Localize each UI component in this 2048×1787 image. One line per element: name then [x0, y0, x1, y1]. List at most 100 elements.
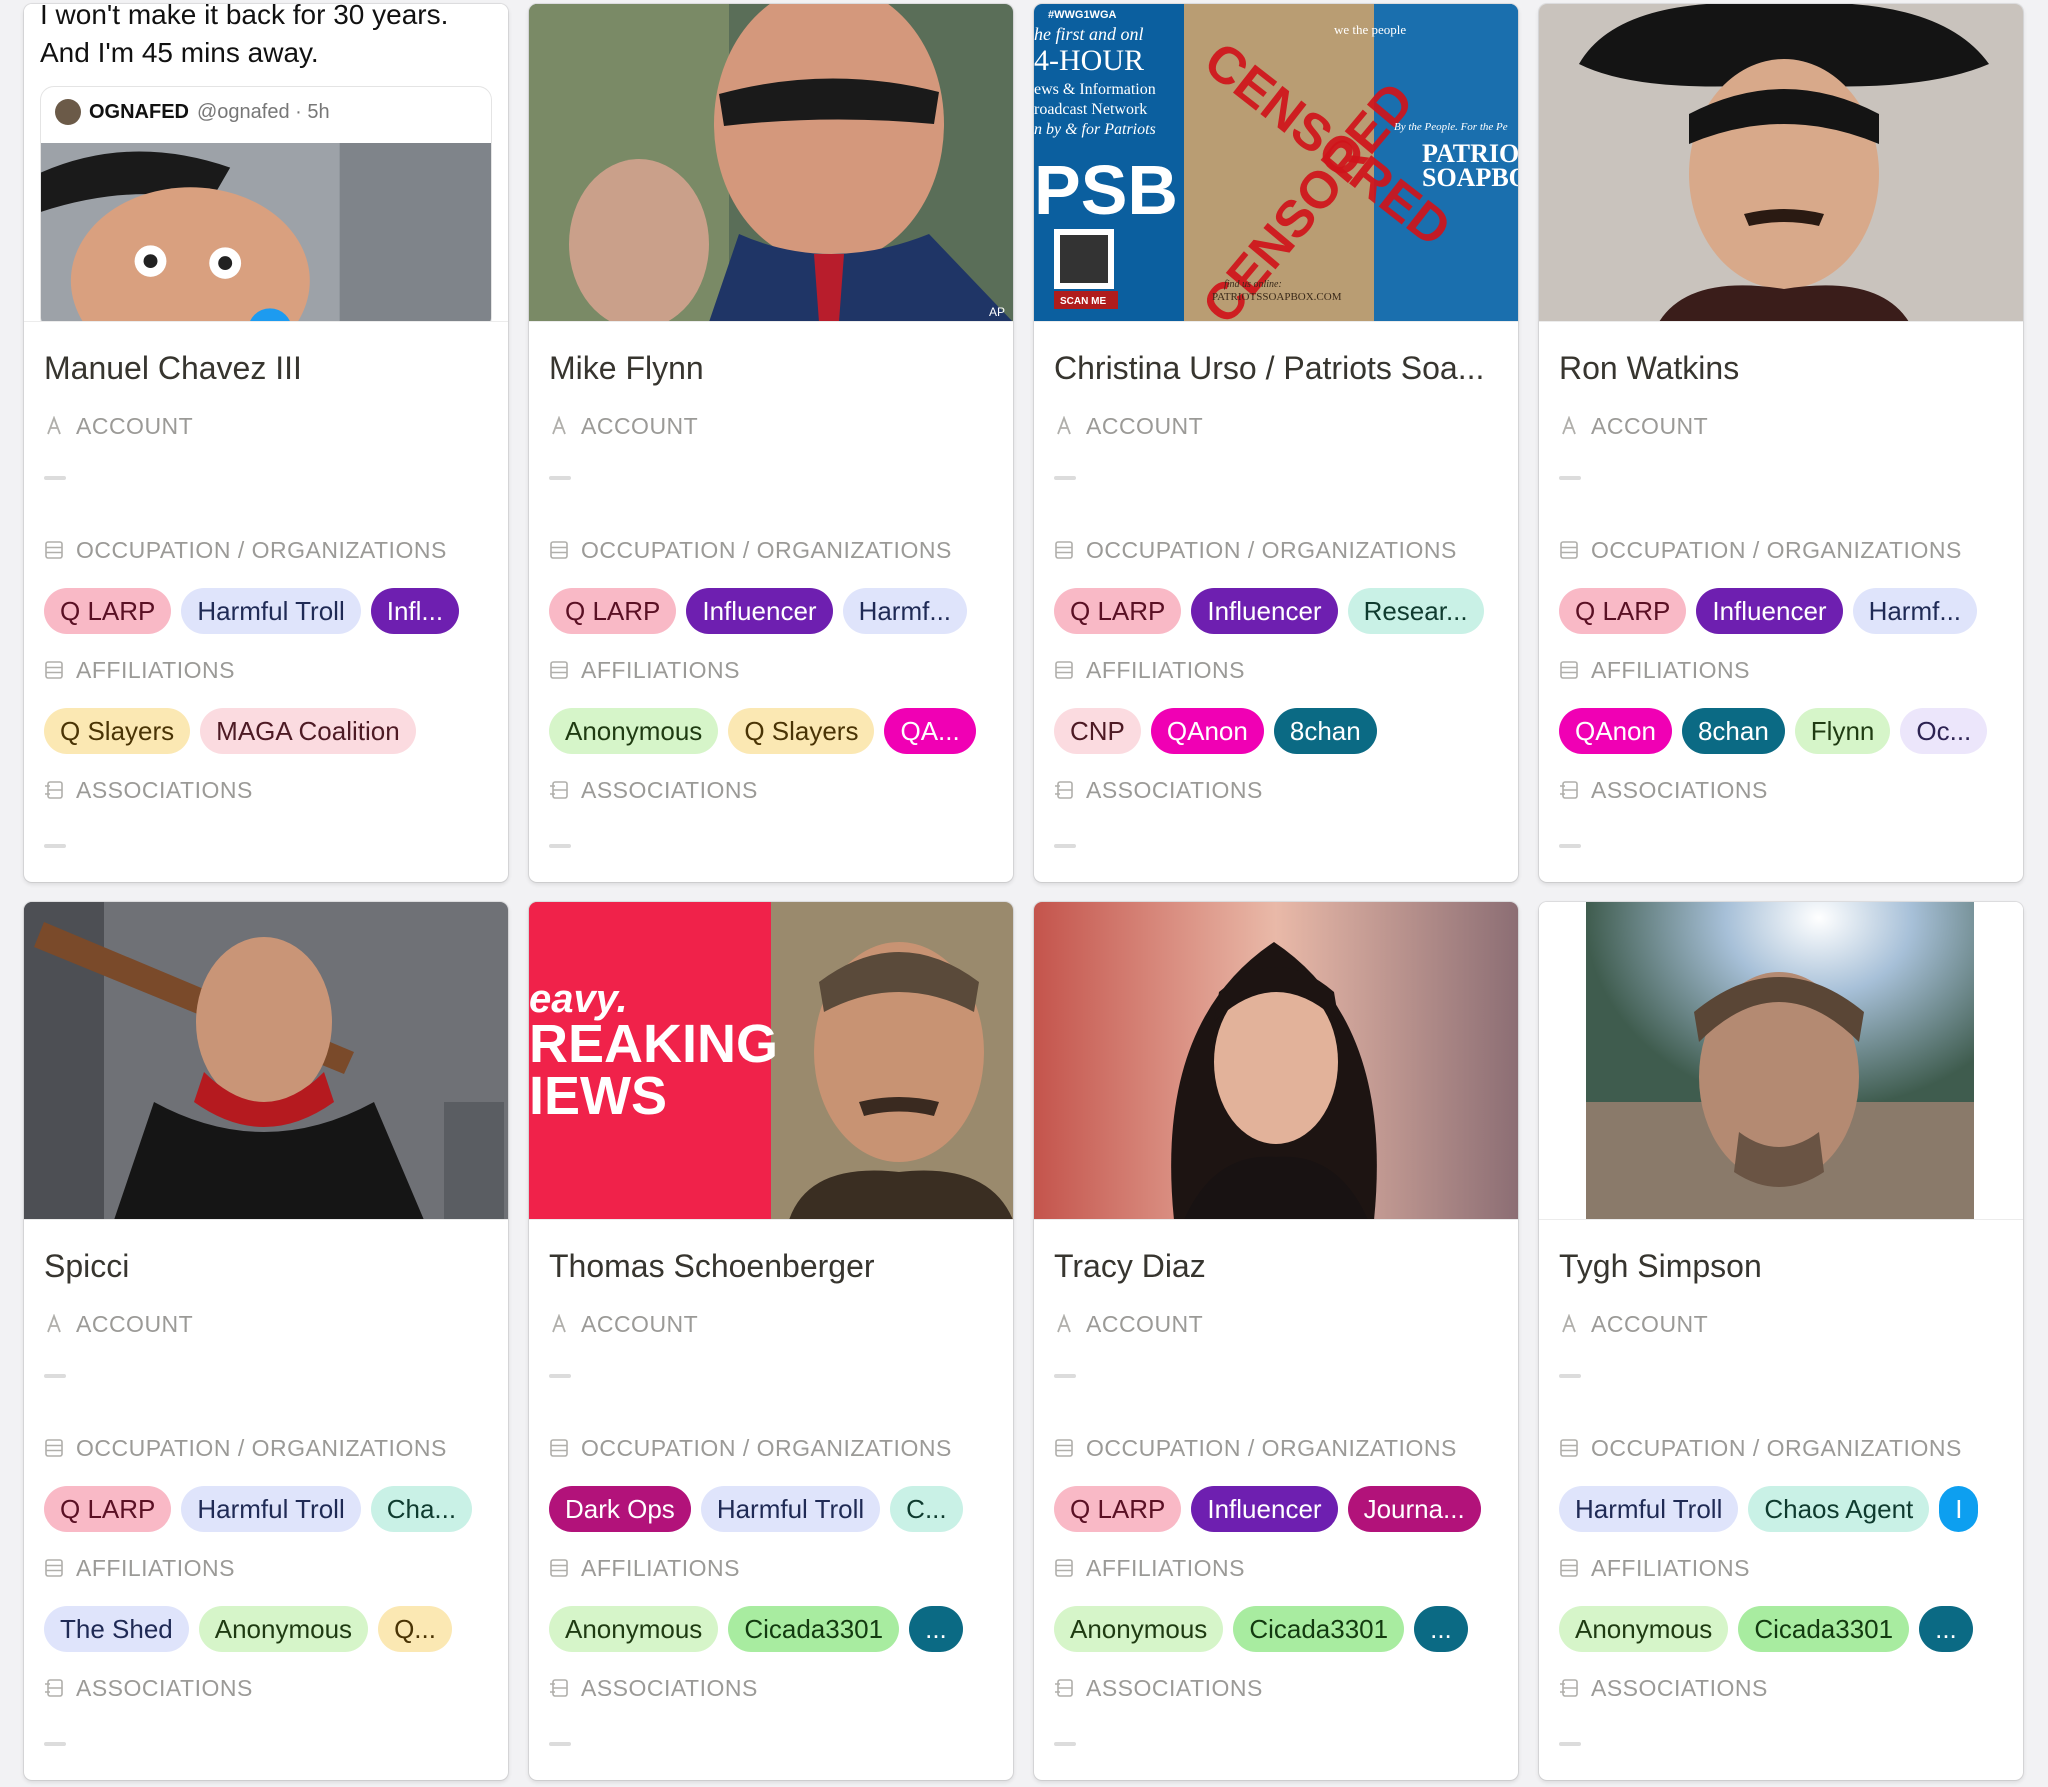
tag[interactable]: The Shed: [44, 1606, 189, 1652]
tag[interactable]: Cha...: [370, 1486, 473, 1532]
svg-text:PSB: PSB: [1034, 151, 1178, 229]
tag[interactable]: Q...: [378, 1606, 452, 1652]
tag[interactable]: C...: [890, 1486, 963, 1532]
empty-value: [1559, 844, 1581, 848]
tag[interactable]: Oc...: [1900, 708, 1988, 754]
occupation-label: OCCUPATION / ORGANIZATIONS: [549, 532, 993, 568]
tag[interactable]: Influencer: [686, 588, 833, 634]
list-icon: [1559, 1438, 1579, 1458]
card-title[interactable]: Tracy Diaz: [1054, 1244, 1498, 1288]
card-tracy-diaz[interactable]: Tracy Diaz ACCOUNT OCCUPATION / ORGANIZA…: [1034, 902, 1518, 1780]
cover-photo: eavy. REAKING IEWS: [529, 902, 1013, 1220]
tag[interactable]: Q LARP: [1054, 1486, 1182, 1532]
tag[interactable]: Infl...: [370, 588, 460, 634]
tag[interactable]: Cicada3301: [1233, 1606, 1405, 1652]
affiliation-tags: QAnon 8chan Flynn Oc...: [1559, 708, 2003, 754]
quoted-tweet: OGNAFED @ognafed · 5h: [40, 86, 492, 321]
list-icon: [1054, 660, 1074, 680]
card-christina-urso[interactable]: #WWG1WGA he first and onl 4-HOUR ews & I…: [1034, 4, 1518, 882]
card-title[interactable]: Ron Watkins: [1559, 346, 2003, 390]
affiliation-tags: Anonymous Q Slayers QA...: [549, 708, 993, 754]
card-title[interactable]: Christina Urso / Patriots Soa...: [1054, 346, 1498, 390]
tag[interactable]: Anonymous: [1559, 1606, 1729, 1652]
tag[interactable]: Harmful Troll: [181, 1486, 361, 1532]
tag[interactable]: Harmful Troll: [700, 1486, 881, 1532]
tag[interactable]: ...: [909, 1606, 963, 1652]
account-label: ACCOUNT: [1559, 408, 2003, 444]
associations-label: ASSOCIATIONS: [549, 772, 993, 808]
tag[interactable]: Q LARP: [1054, 588, 1182, 634]
tag[interactable]: Q LARP: [44, 588, 172, 634]
tag[interactable]: ...: [1919, 1606, 1973, 1652]
tag[interactable]: 8chan: [1273, 708, 1377, 754]
tag[interactable]: QAnon: [1559, 708, 1672, 754]
card-title[interactable]: Manuel Chavez III: [44, 346, 488, 390]
tag[interactable]: Journa...: [1347, 1486, 1481, 1532]
card-mike-flynn[interactable]: AP Mike Flynn ACCOUNT OCCUPATION / ORGAN…: [529, 4, 1013, 882]
empty-value: [549, 1742, 571, 1746]
tag[interactable]: Anonymous: [198, 1606, 369, 1652]
tag[interactable]: CNP: [1054, 708, 1141, 754]
card-title[interactable]: Spicci: [44, 1244, 488, 1288]
card-title[interactable]: Thomas Schoenberger: [549, 1244, 993, 1288]
tag[interactable]: QAnon: [1150, 708, 1264, 754]
tag[interactable]: Cicada3301: [1738, 1606, 1910, 1652]
associations-label: ASSOCIATIONS: [1559, 772, 2003, 808]
tag[interactable]: 8chan: [1681, 708, 1785, 754]
tag[interactable]: ...: [1414, 1606, 1468, 1652]
tag[interactable]: Q Slayers: [44, 708, 191, 754]
tag[interactable]: Resear...: [1347, 588, 1484, 634]
svg-text:roadcast Network: roadcast Network: [1034, 101, 1147, 118]
occupation-tags: Q LARP Influencer Harmf...: [549, 588, 993, 634]
tag[interactable]: Influencer: [1696, 588, 1843, 634]
affiliation-tags: Anonymous Cicada3301 ...: [1559, 1606, 2003, 1652]
card-ron-watkins[interactable]: Ron Watkins ACCOUNT OCCUPATION / ORGANIZ…: [1539, 4, 2023, 882]
tag[interactable]: MAGA Coalition: [200, 708, 416, 754]
tag[interactable]: Q Slayers: [728, 708, 875, 754]
tag[interactable]: Q LARP: [549, 588, 677, 634]
tag[interactable]: Anonymous: [549, 708, 719, 754]
tag[interactable]: I: [1939, 1486, 1979, 1532]
tag[interactable]: Harmful Troll: [181, 588, 361, 634]
svg-text:SOAPBO: SOAPBO: [1422, 163, 1518, 192]
list-icon: [549, 1438, 569, 1458]
occupation-tags: Dark Ops Harmful Troll C...: [549, 1486, 993, 1532]
svg-text:#WWG1WGA: #WWG1WGA: [1048, 9, 1116, 21]
account-icon: [44, 1314, 64, 1334]
tag[interactable]: Harmf...: [1852, 588, 1978, 634]
card-tygh-simpson[interactable]: Tygh Simpson ACCOUNT OCCUPATION / ORGANI…: [1539, 902, 2023, 1780]
tag[interactable]: Harmf...: [842, 588, 968, 634]
card-title[interactable]: Mike Flynn: [549, 346, 993, 390]
account-label: ACCOUNT: [44, 1306, 488, 1342]
tag[interactable]: QA...: [884, 708, 976, 754]
account-icon: [1559, 1314, 1579, 1334]
associations-label: ASSOCIATIONS: [44, 772, 488, 808]
card-thomas-schoenberger[interactable]: eavy. REAKING IEWS Thomas Schoenberger A…: [529, 902, 1013, 1780]
occupation-label: OCCUPATION / ORGANIZATIONS: [1054, 1430, 1498, 1466]
card-title[interactable]: Tygh Simpson: [1559, 1244, 2003, 1288]
account-label: ACCOUNT: [44, 408, 488, 444]
affiliations-label: AFFILIATIONS: [1054, 652, 1498, 688]
tag[interactable]: Q LARP: [1559, 588, 1687, 634]
card-manuel-chavez[interactable]: I won't make it back for 30 years. And I…: [24, 4, 508, 882]
tag[interactable]: Influencer: [1191, 588, 1338, 634]
tag[interactable]: Harmful Troll: [1559, 1486, 1739, 1532]
avatar: [55, 99, 81, 125]
empty-value: [549, 1374, 571, 1378]
gallery-grid: I won't make it back for 30 years. And I…: [24, 4, 2023, 1780]
occupation-tags: Q LARP Influencer Harmf...: [1559, 588, 2003, 634]
tag[interactable]: Influencer: [1191, 1486, 1338, 1532]
tag[interactable]: Flynn: [1794, 708, 1891, 754]
cover-photo: AP: [529, 4, 1013, 322]
tag[interactable]: Cicada3301: [728, 1606, 900, 1652]
tag[interactable]: Anonymous: [549, 1606, 719, 1652]
tag[interactable]: Chaos Agent: [1748, 1486, 1930, 1532]
tag[interactable]: Anonymous: [1054, 1606, 1224, 1652]
relation-icon: [549, 1678, 569, 1698]
associations-label: ASSOCIATIONS: [1054, 1670, 1498, 1706]
cover-photo: [1539, 902, 2023, 1220]
card-spicci[interactable]: Spicci ACCOUNT OCCUPATION / ORGANIZATION…: [24, 902, 508, 1780]
tag[interactable]: Q LARP: [44, 1486, 172, 1532]
tag[interactable]: Dark Ops: [549, 1486, 691, 1532]
svg-text:PATRIOTSSOAPBOX.COM: PATRIOTSSOAPBOX.COM: [1212, 291, 1342, 303]
